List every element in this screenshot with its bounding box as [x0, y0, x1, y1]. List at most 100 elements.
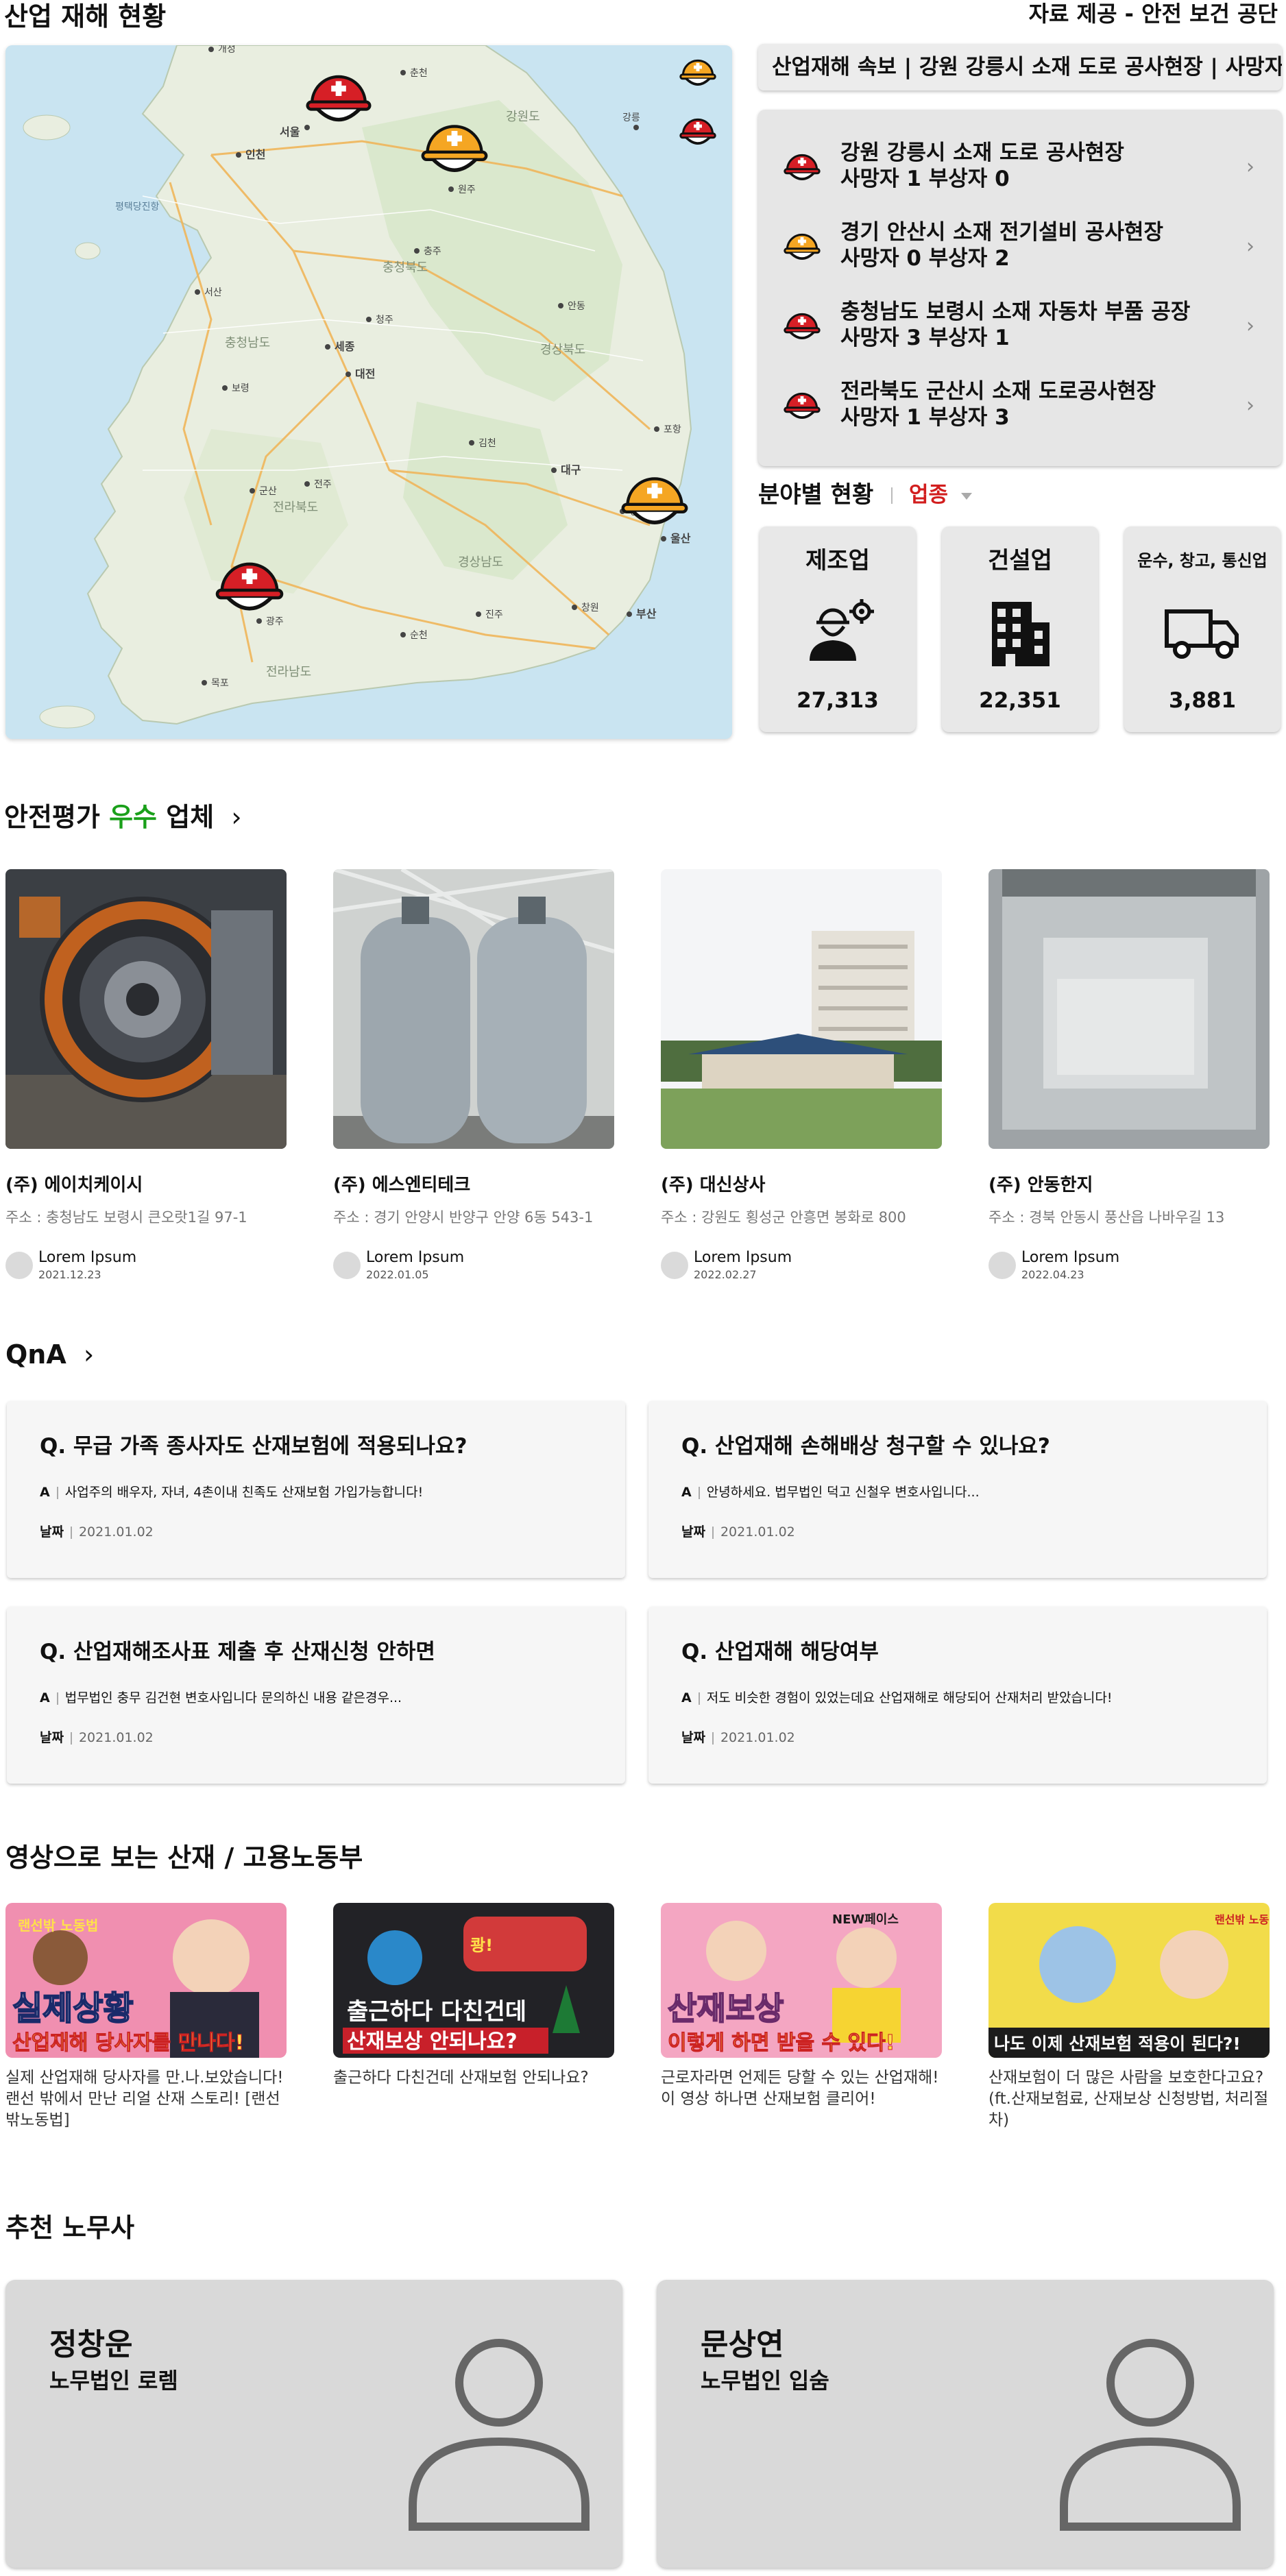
helmet-red-icon [784, 392, 821, 419]
map-marker-death[interactable] [677, 110, 718, 151]
safety-section-heading[interactable]: 안전평가 우수 업체 › [4, 801, 242, 834]
answer-preview: A 안녕하세요. 법무법인 덕고 신철우 변호사입니다... [681, 1482, 980, 1500]
map-marker-death[interactable] [302, 59, 376, 133]
gas-cylinders-image [333, 869, 614, 1149]
map-marker-injury[interactable] [617, 461, 692, 536]
answer-text: 저도 비슷한 경험이 있었는데요 산업재해로 해당되어 산재처리 받았습니다! [706, 1690, 1113, 1705]
category-name: 제조업 [805, 547, 870, 574]
author-name: Lorem Ipsum [366, 1249, 465, 1266]
company-address: 주소 : 경북 안동시 풍산읍 나바우길 13 [988, 1209, 1225, 1226]
accident-news-ticker[interactable]: 산업재해 속보 | 강원 강릉시 소재 도로 공사현장 | 사망자 [758, 44, 1282, 90]
map-marker-death[interactable] [211, 546, 288, 622]
thumb-tag: NEW페이스 [832, 1912, 899, 1927]
category-card-manufacturing[interactable]: 제조업 27,313 [760, 526, 916, 732]
chevron-right-icon: › [1246, 314, 1254, 338]
accident-title: 전라북도 군산시 소재 도로공사현장 [840, 379, 1156, 404]
company-photo[interactable] [5, 869, 287, 1149]
sea-label: 평택당진항 [115, 202, 160, 212]
map-marker-injury[interactable] [677, 51, 718, 92]
map-label: 보령 [232, 383, 250, 394]
qna-card[interactable]: Q. 무급 가족 종사자도 산재보험에 적용되나요? A 사업주의 배우자, 자녀… [7, 1401, 625, 1578]
video-thumbnail[interactable]: 랜선밖 노동법 나도 이제 산재보험 적용이 된다?! [988, 1903, 1270, 2058]
category-card-construction[interactable]: 건설업 22,351 [942, 526, 1098, 732]
answer-preview: A 저도 비슷한 경험이 있었는데요 산업재해로 해당되어 산재처리 받았습니다! [681, 1688, 1113, 1706]
company-name[interactable]: (주) 안동한지 [988, 1171, 1093, 1196]
thumb-subtitle: 산재보상 안되나요? [347, 2030, 518, 2054]
video-thumbnail[interactable]: NEW페이스 산재보상 이렇게 하면 받을 수 있다! [661, 1903, 942, 2058]
heading-text: 안전평가 [4, 802, 110, 832]
company-name[interactable]: (주) 에스엔티테크 [333, 1171, 470, 1196]
korea-map[interactable]: 개성 서울 인천 춘천 강릉 원주 충주 세종 대전 청주 안동 전주 대구 포… [5, 45, 732, 739]
company-photo[interactable] [333, 869, 614, 1149]
map-label: 서울 [280, 125, 300, 138]
helmet-orange-icon [621, 477, 688, 524]
video-thumbnail[interactable]: 쾅! 출근하다 다친건데 산재보상 안되나요? [333, 1903, 614, 2058]
answer-text: 법무법인 충무 김건현 변호사입니다 문의하신 내용 같은경우... [64, 1690, 402, 1705]
map-label: 개성 [218, 45, 236, 55]
company-photo[interactable] [988, 869, 1270, 1149]
attorney-section-heading: 추천 노무사 [5, 2213, 135, 2243]
helmet-red-icon [679, 118, 716, 145]
qna-date: 날짜 2021.01.02 [40, 1522, 154, 1540]
attorney-name: 문상연 [701, 2327, 784, 2362]
video-thumb-3: NEW페이스 산재보상 이렇게 하면 받을 수 있다! [661, 1903, 942, 2058]
category-card-transport[interactable]: 운수, 창고, 통신업 3,881 [1124, 526, 1281, 732]
post-date: 2022.02.27 [694, 1268, 757, 1281]
company-name[interactable]: (주) 에이치케이시 [5, 1171, 143, 1196]
region-label: 전라남도 [266, 665, 311, 679]
map-label: 포항 [664, 424, 681, 435]
thumb-title: 나도 이제 산재보험 적용이 된다?! [994, 2034, 1241, 2054]
chevron-right-icon: › [1246, 155, 1254, 179]
region-label: 충청남도 [225, 336, 270, 350]
map-label: 안동 [568, 301, 585, 312]
date-value: 2021.01.02 [720, 1730, 795, 1745]
map-canvas: 개성 서울 인천 춘천 강릉 원주 충주 세종 대전 청주 안동 전주 대구 포… [5, 45, 732, 739]
map-label: 세종 [335, 340, 355, 353]
author-name: Lorem Ipsum [38, 1249, 137, 1266]
qna-card[interactable]: Q. 산업재해 해당여부 A 저도 비슷한 경험이 있었는데요 산업재해로 해당되… [648, 1607, 1267, 1784]
company-address: 주소 : 강원도 횡성군 안흥면 봉화로 800 [661, 1209, 906, 1226]
avatar [661, 1252, 688, 1279]
map-marker-injury[interactable] [417, 108, 492, 184]
video-thumbnail[interactable]: 랜선밖 노동법 실제상황 산업재해 당사자를 만나다! [5, 1903, 287, 2058]
video-caption[interactable]: 산재보험이 더 많은 사람을 보호한다고요? (ft.산재보험료, 산재보상 신… [988, 2067, 1270, 2131]
thumb-tag: 랜선밖 노동법 [18, 1917, 98, 1934]
helmet-red-icon [784, 313, 821, 339]
region-label: 경상북도 [540, 343, 585, 357]
company-address: 주소 : 경기 안양시 반양구 안양 6동 543-1 [333, 1209, 594, 1226]
video-thumb-4: 랜선밖 노동법 나도 이제 산재보험 적용이 된다?! [988, 1903, 1270, 2058]
page-title: 산업 재해 현황 [4, 1, 167, 32]
company-name[interactable]: (주) 대신상사 [661, 1171, 765, 1196]
thumb-tag: 쾅! [470, 1936, 493, 1955]
company-photo[interactable] [661, 869, 942, 1149]
attorney-card[interactable]: 정창운 노무법인 로렘 [5, 2280, 622, 2568]
post-date: 2022.01.05 [366, 1268, 429, 1281]
accident-item[interactable]: 충청남도 보령시 소재 자동차 부품 공장 사망자 3 부상자 1 › [758, 278, 1282, 358]
video-thumb-1: 랜선밖 노동법 실제상황 산업재해 당사자를 만나다! [5, 1903, 287, 2058]
qna-card[interactable]: Q. 산업재해 손해배상 청구할 수 있나요? A 안녕하세요. 법무법인 덕고 … [648, 1401, 1267, 1578]
heading-highlight: 우수 [109, 802, 157, 832]
thumb-tag: 랜선밖 노동법 [1215, 1913, 1270, 1926]
building-icon [992, 602, 1050, 666]
video-caption[interactable]: 근로자라면 언제든 당할 수 있는 산업재해! 이 영상 하나면 산재보험 클리… [661, 2067, 942, 2110]
map-label: 대구 [561, 463, 581, 476]
video-caption[interactable]: 실제 산업재해 당사자를 만.나.보았습니다! 랜선 밖에서 만난 리얼 산재 … [5, 2067, 287, 2131]
steel-vat-image [988, 869, 1270, 1149]
thumb-subtitle: 이렇게 하면 받을 수 있다! [668, 2031, 895, 2055]
industry-filter-dropdown[interactable]: 업종 [909, 480, 972, 510]
video-caption[interactable]: 출근하다 다친건데 산재보험 안되나요? [333, 2067, 614, 2089]
map-label: 충주 [424, 246, 441, 257]
person-placeholder-icon [1060, 2339, 1241, 2531]
category-count: 22,351 [979, 688, 1061, 713]
qna-card[interactable]: Q. 산업재해조사표 제출 후 산재신청 안하면 A 법무법인 충무 김건현 변호… [7, 1607, 625, 1784]
building-photo-image [661, 869, 942, 1149]
qna-section-heading[interactable]: QnA › [5, 1338, 94, 1371]
accident-item[interactable]: 경기 안산시 소재 전기설비 공사현장 사망자 0 부상자 2 › [758, 199, 1282, 278]
company-address: 주소 : 충청남도 보령시 큰오랏1길 97-1 [5, 1209, 247, 1226]
accident-item[interactable]: 강원 강릉시 소재 도로 공사현장 사망자 1 부상자 0 › [758, 119, 1282, 199]
answer-text: 사업주의 배우자, 자녀, 4촌이내 친족도 산재보험 가입가능합니다! [64, 1485, 424, 1500]
map-label: 인천 [245, 148, 265, 161]
accident-item[interactable]: 전라북도 군산시 소재 도로공사현장 사망자 1 부상자 3 › [758, 358, 1282, 437]
thumb-title: 실제상황 [12, 1989, 134, 2028]
attorney-card[interactable]: 문상연 노무법인 입숨 [657, 2280, 1274, 2568]
